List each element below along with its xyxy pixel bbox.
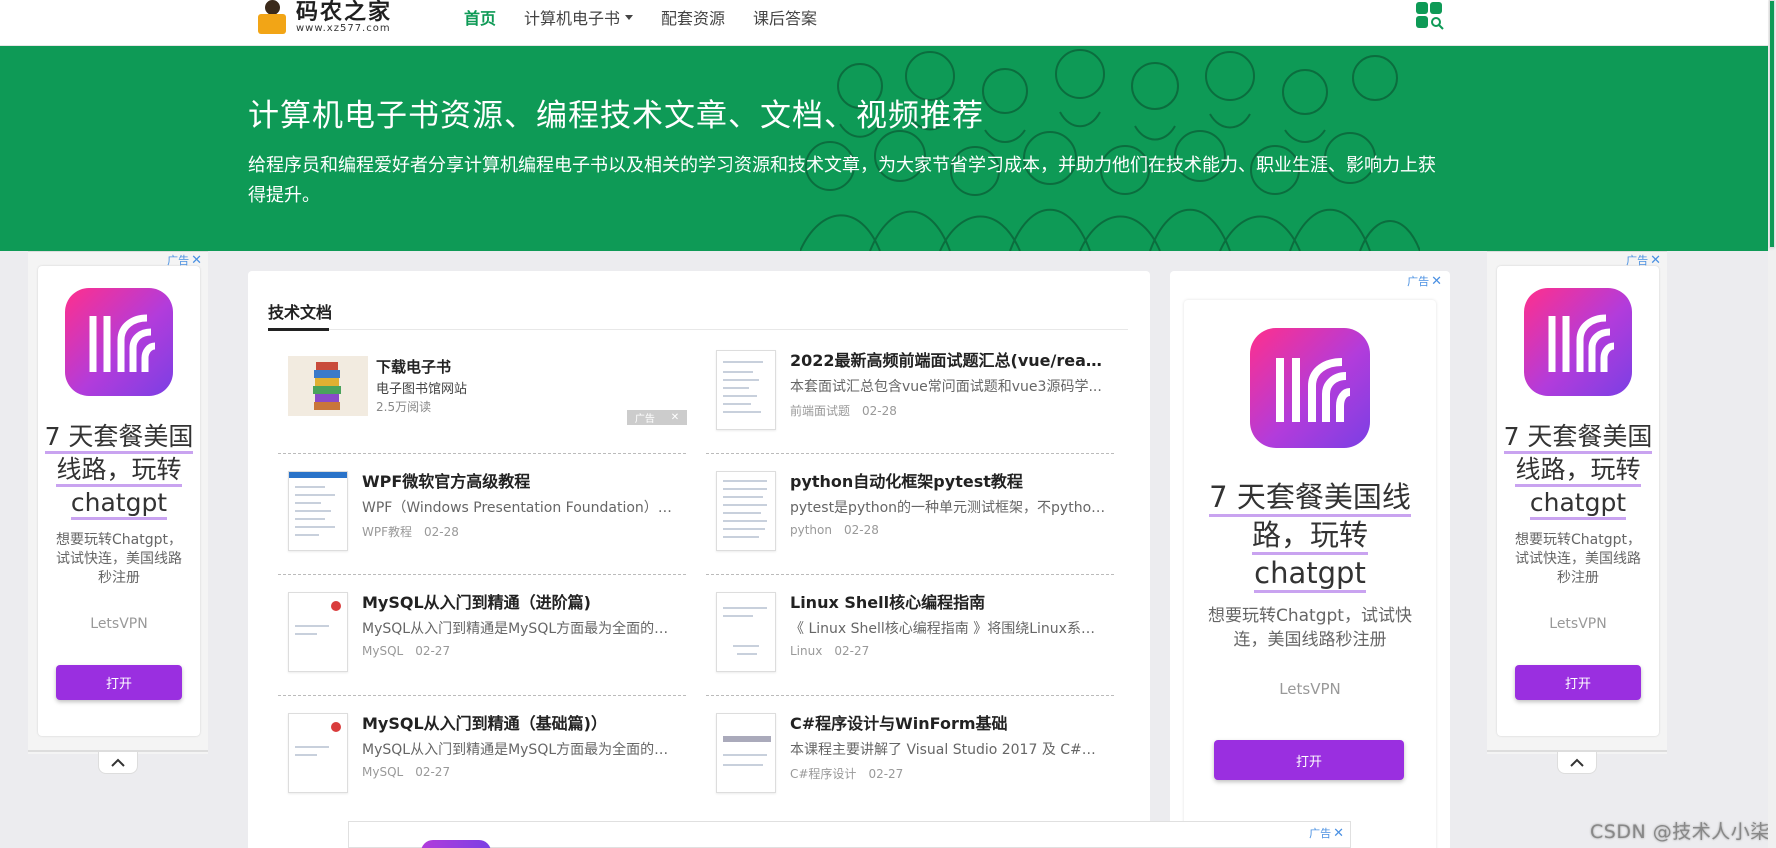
article-thumbnail [288,592,348,672]
nav-item-label: 配套资源 [661,9,726,28]
article-thumbnail [288,471,348,551]
nav-item-home[interactable]: 首页 [464,5,496,29]
promo-title: 下载电子书 [376,358,452,376]
logo-icon [254,0,290,36]
ad-open-button[interactable]: 打开 [56,665,182,700]
hero-banner: 计算机电子书资源、编程技术文章、文档、视频推荐 给程序员和编程爱好者分享计算机编… [0,46,1776,251]
ad-card[interactable]: 7 天套餐美国线路，玩转chatgpt 想要玩转Chatgpt，试试快连，美国线… [1497,266,1659,736]
article-thumbnail [716,713,776,793]
article-item[interactable]: python自动化框架pytest教程 pytest是python的一种单元测试… [706,454,1114,575]
grid-search-icon[interactable] [1416,2,1444,30]
page-scrollbar[interactable] [1768,0,1776,848]
article-title[interactable]: C#程序设计与WinForm基础 [790,710,1106,734]
article-title[interactable]: python自动化框架pytest教程 [790,468,1106,492]
ad-brand: LetsVPN [1279,680,1341,698]
article-item[interactable]: 2022最新高频前端面试题汇总(vue/react)... 本套面试汇总包含vu… [706,333,1114,454]
letsvpn-app-icon [65,288,173,396]
nav-item-label: 计算机电子书 [524,9,621,28]
section-title: 技术文档 [268,303,333,322]
ad-headline: 7 天套餐美国线路，玩转chatgpt [38,420,200,520]
article-item[interactable]: C#程序设计与WinForm基础 本课程主要讲解了 Visual Studio … [706,696,1114,817]
article-item[interactable]: Linux Shell核心编程指南 《 Linux Shell核心编程指南 》将… [706,575,1114,696]
ad-tag: 广告 ✕ [1407,273,1442,289]
article-thumbnail [716,471,776,551]
collapse-toggle[interactable] [98,752,138,774]
promo-reads: 2.5万阅读 [376,400,432,414]
ad-label: 广告 ✕ [627,410,687,425]
nav-item-resources[interactable]: 配套资源 [661,5,725,29]
ad-text: 想要玩转Chatgpt，试试快连，美国线路秒注册 [1515,532,1641,586]
logo-url: www.xz577.com [296,23,391,34]
ad-open-button[interactable]: 打开 [1214,740,1404,780]
article-thumbnail [716,350,776,430]
article-thumbnail [288,713,348,793]
nav-item-ebooks[interactable]: 计算机电子书 [524,5,634,29]
chevron-up-icon [111,758,125,767]
article-desc: pytest是python的一种单元测试框架，不python... [790,500,1106,516]
article-meta: Linux 02-27 [790,644,870,658]
main-nav: 首页 计算机电子书 配套资源 课后答案 [464,0,845,34]
hero-title: 计算机电子书资源、编程技术文章、文档、视频推荐 [248,98,984,134]
ad-text: 想要玩转Chatgpt，试试快连，美国线路秒注册 [1208,606,1412,650]
article-meta: MySQL 02-27 [362,765,451,779]
article-title[interactable]: MySQL从入门到精通（进阶篇) [362,589,678,613]
nav-item-label: 首页 [464,9,497,28]
article-meta: MySQL 02-27 [362,644,451,658]
article-thumbnail [716,592,776,672]
article-item[interactable]: MySQL从入门到精通（进阶篇) MySQL从入门到精通是MySQL方面最为全面… [278,575,686,696]
collapse-toggle[interactable] [1557,752,1597,774]
article-meta: 前端面试题 02-28 [790,404,897,418]
left-ad-panel: 广告 ✕ 7 天套餐美国线路，玩转chatgpt 想要玩转Chatgpt，试试快连… [28,251,208,774]
article-desc: MySQL从入门到精通是MySQL方面最为全面的一... [362,621,678,637]
chevron-down-icon [625,14,634,20]
article-title[interactable]: WPF微软官方高级教程 [362,468,678,492]
hero-description: 给程序员和编程爱好者分享计算机编程电子书以及相关的学习资源和技术文章，为大家节省… [248,155,1436,206]
ad-card[interactable]: 7 天套餐美国线路，玩转chatgpt 想要玩转Chatgpt，试试快连，美国线… [1184,300,1436,848]
ad-text: 想要玩转Chatgpt，试试快连，美国线路秒注册 [56,532,182,586]
top-navbar: 码农之家 www.xz577.com 首页 计算机电子书 配套资源 课后答案 [0,0,1776,46]
nav-item-answers[interactable]: 课后答案 [753,5,817,29]
close-icon[interactable]: ✕ [1431,274,1442,289]
article-title[interactable]: Linux Shell核心编程指南 [790,589,1106,613]
ad-card[interactable]: 7 天套餐美国线路，玩转chatgpt 想要玩转Chatgpt，试试快连，美国线… [38,266,200,736]
article-item[interactable]: WPF微软官方高级教程 WPF（Windows Presentation Fou… [278,454,686,575]
ad-headline: 7 天套餐美国线路，玩转chatgpt [1184,478,1436,593]
tech-docs-section: 技术文档 下载电子书 电子图书馆网站 2.5万阅读 广告 ✕ 2022最新高频前端… [248,271,1150,848]
chevron-up-icon [1570,758,1584,767]
article-meta: python 02-28 [790,523,879,537]
ad-open-button[interactable]: 打开 [1515,665,1641,700]
promo-subtitle: 电子图书馆网站 [376,382,468,397]
letsvpn-app-icon [1250,328,1370,448]
letsvpn-app-icon [1524,288,1632,396]
people-illustration [800,49,1420,251]
ad-brand: LetsVPN [1549,616,1607,632]
article-title[interactable]: MySQL从入门到精通（基础篇)） [362,710,678,734]
ad-headline: 7 天套餐美国线路，玩转chatgpt [1497,420,1659,520]
article-title[interactable]: 2022最新高频前端面试题汇总(vue/react)... [790,347,1106,371]
books-thumbnail [288,356,368,416]
article-desc: 本套面试汇总包含vue常问面试题和vue3源码学... [790,379,1102,395]
article-item[interactable]: MySQL从入门到精通（基础篇)） MySQL从入门到精通是MySQL方面最为全… [278,696,686,817]
nav-item-label: 课后答案 [753,9,818,28]
ad-tag: 广告 ✕ [1309,825,1344,841]
right-ad-panel: 广告 ✕ 7 天套餐美国线路，玩转chatgpt 想要玩转Chatgpt，试试快连… [1170,271,1450,848]
article-meta: WPF教程 02-28 [362,525,459,539]
article-desc: 本课程主要讲解了 Visual Studio 2017 及 C#简介... [790,742,1106,758]
close-icon[interactable]: ✕ [1333,826,1344,841]
article-desc: WPF（Windows Presentation Foundation）是微..… [362,500,678,516]
csdn-watermark: CSDN @技术人小柒 [1590,821,1770,843]
promo-item[interactable]: 下载电子书 电子图书馆网站 2.5万阅读 广告 ✕ [278,333,687,454]
bottom-ad-banner[interactable]: 广告 ✕ [348,821,1351,848]
site-logo[interactable]: 码农之家 www.xz577.com [254,0,392,40]
ad-brand: LetsVPN [90,616,148,632]
article-meta: C#程序设计 02-27 [790,767,904,781]
logo-title: 码农之家 [296,0,393,25]
article-desc: 《 Linux Shell核心编程指南 》将围绕Linux系统中... [790,621,1106,637]
right-side-ad-panel: 广告 ✕ 7 天套餐美国线路，玩转chatgpt 想要玩转Chatgpt，试试快连… [1487,251,1667,774]
article-desc: MySQL从入门到精通是MySQL方面最为全面的一... [362,742,678,758]
